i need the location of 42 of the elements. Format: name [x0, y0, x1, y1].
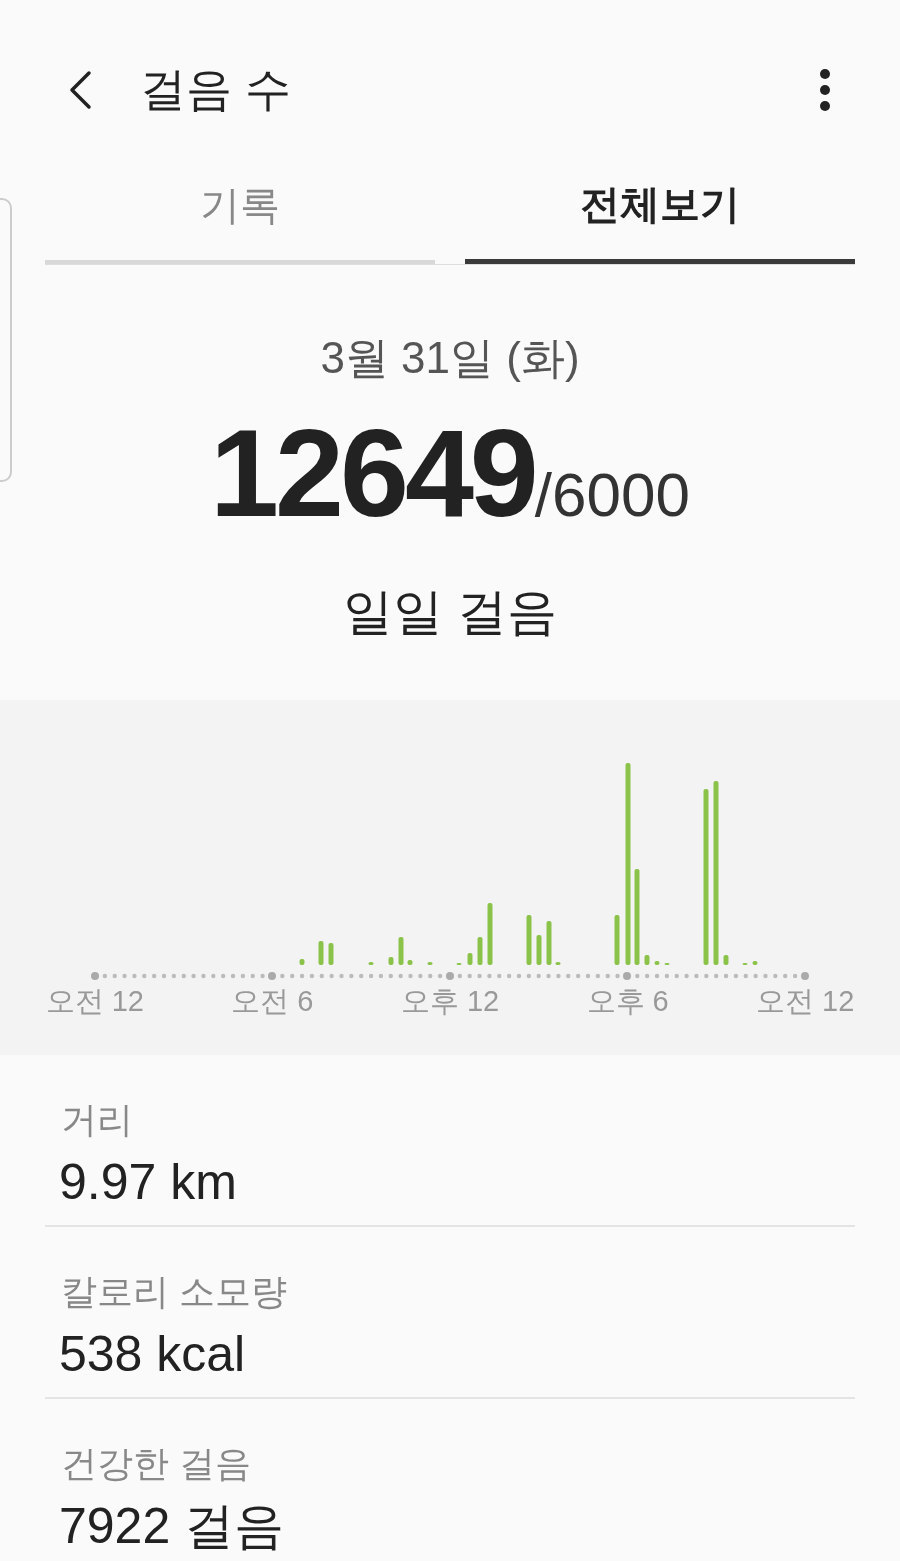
step-bar [299, 958, 305, 965]
tab[interactable]: 전체보기 [465, 149, 855, 264]
stat-value: 9.97 km [58, 1153, 238, 1212]
step-bar [398, 936, 404, 965]
step-bar [644, 954, 650, 965]
step-bar [427, 961, 433, 965]
step-bar [546, 920, 552, 965]
step-bar [487, 902, 493, 965]
back-icon [67, 69, 93, 110]
step-bar [723, 954, 729, 965]
date-label: 3월 31일 (화) [320, 331, 580, 384]
step-count: 12649 [210, 410, 535, 535]
step-bar [407, 959, 413, 965]
axis-label: 오전 12 [755, 983, 856, 1019]
steps-caption: 일일 걸음 [343, 582, 557, 642]
step-bar [388, 956, 394, 965]
step-bar [477, 936, 483, 965]
stat-label: 거리 [60, 1098, 134, 1142]
page-title: 걸음 수 [140, 62, 292, 118]
stat-value: 7922 걸음 [58, 1497, 286, 1556]
step-bar [368, 961, 374, 965]
step-bar [742, 962, 748, 965]
step-goal: /6000 [534, 463, 690, 526]
axis-label: 오전 12 [44, 983, 145, 1019]
step-bar [752, 960, 758, 965]
stat-label: 칼로리 소모량 [60, 1270, 288, 1314]
step-bar [555, 961, 561, 965]
step-bar [654, 960, 660, 965]
step-bar [614, 914, 620, 965]
step-bar [467, 952, 473, 965]
more-options-icon [819, 68, 831, 111]
stat-value: 538 kcal [58, 1325, 247, 1384]
step-bar [318, 940, 324, 965]
axis-label: 오후 6 [585, 983, 670, 1019]
axis-label: 오전 6 [230, 983, 315, 1019]
step-bar [536, 934, 542, 965]
step-bar [456, 962, 462, 965]
step-bar [328, 942, 334, 965]
stat-label: 건강한 걸음 [60, 1442, 252, 1486]
axis-label: 오후 12 [399, 983, 501, 1019]
step-bar [664, 962, 670, 965]
step-bar [526, 914, 532, 965]
